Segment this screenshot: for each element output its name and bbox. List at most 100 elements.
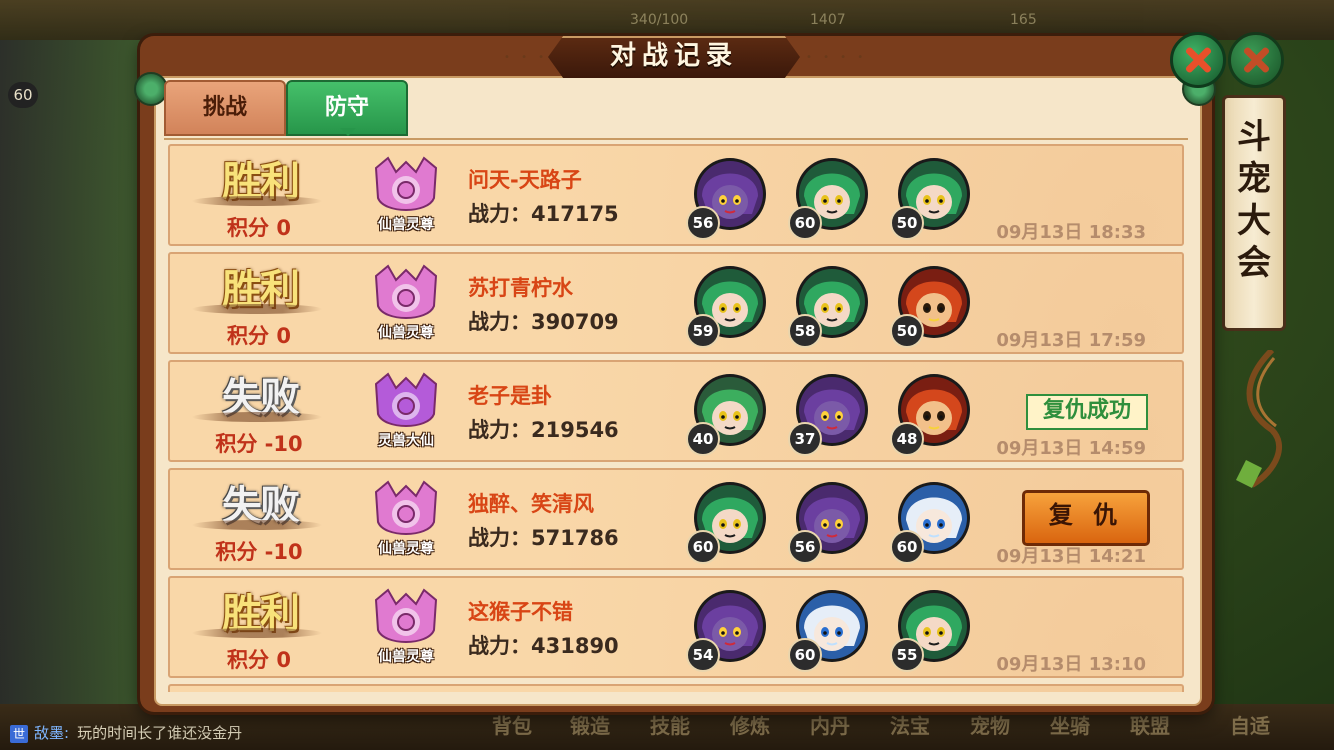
rank-emblem-icon bbox=[368, 370, 444, 436]
rank-title: 灵兽大仙 bbox=[378, 433, 434, 449]
battle-record-row: 失败 积分 -10 仙兽灵尊 独醉、笑清风 战力：571786 60 56 60… bbox=[168, 468, 1184, 570]
bottom-menu-4[interactable]: 内丹 bbox=[810, 710, 850, 739]
rank-emblem-icon bbox=[368, 154, 444, 220]
pet-level-badge: 54 bbox=[686, 638, 720, 672]
dialog-title: 对战记录 bbox=[609, 41, 738, 71]
pet-avatar-purple-beast[interactable]: 56 bbox=[788, 480, 870, 564]
chat-sender: 敌墨: bbox=[34, 724, 70, 742]
world-channel-icon: 世 bbox=[10, 725, 28, 743]
pet-avatar-red-monkey[interactable]: 48 bbox=[890, 372, 972, 456]
chat-line[interactable]: 世敌墨: 玩的时间长了谁还没金丹 bbox=[10, 722, 242, 743]
pet-level-badge: 55 bbox=[890, 638, 924, 672]
rank-emblem-icon bbox=[368, 478, 444, 544]
pet-avatar-green-dragon[interactable]: 40 bbox=[686, 372, 768, 456]
tab-defend[interactable]: 防守 bbox=[286, 80, 408, 136]
opponent-name[interactable]: 苏打青柠水 bbox=[468, 272, 573, 302]
battle-record-row-partial bbox=[168, 684, 1184, 692]
corner-knot-icon bbox=[134, 72, 168, 106]
pet-level-badge: 60 bbox=[686, 530, 720, 564]
revenge-success-label: 复仇成功 bbox=[1026, 394, 1148, 430]
rank-title: 仙兽灵尊 bbox=[378, 649, 434, 665]
rank-title: 仙兽灵尊 bbox=[378, 541, 434, 557]
opponent-power: 战力：571786 bbox=[468, 526, 619, 550]
pet-avatar-green-snake[interactable]: 60 bbox=[686, 480, 768, 564]
bottom-menu-1[interactable]: 锻造 bbox=[570, 710, 610, 739]
player-level-badge: 60 bbox=[8, 82, 38, 108]
pet-level-badge: 50 bbox=[890, 314, 924, 348]
pet-level-badge: 50 bbox=[890, 206, 924, 240]
battle-timestamp: 09月13日 18:33 bbox=[996, 222, 1146, 243]
opponent-name[interactable]: 问天-天路子 bbox=[468, 164, 582, 194]
pet-avatar-purple-beast[interactable]: 56 bbox=[686, 156, 768, 240]
pet-level-badge: 60 bbox=[788, 638, 822, 672]
pet-level-badge: 60 bbox=[890, 530, 924, 564]
pet-avatar-purple-beast[interactable]: 37 bbox=[788, 372, 870, 456]
pet-tournament-banner[interactable]: 斗宠大会 bbox=[1222, 95, 1286, 331]
top-status-bar: 340/100 1407 165 bbox=[0, 0, 1334, 40]
pet-avatar-red-monkey[interactable]: 50 bbox=[890, 264, 972, 348]
score-change: 积分 0 bbox=[227, 648, 291, 672]
close-button[interactable] bbox=[1170, 32, 1226, 88]
bottom-menu-8[interactable]: 联盟 bbox=[1130, 710, 1170, 739]
battle-timestamp: 09月13日 13:10 bbox=[996, 654, 1146, 675]
gem-stat: 165 bbox=[1010, 12, 1037, 28]
bottom-menu-5[interactable]: 法宝 bbox=[890, 710, 930, 739]
background-close-button[interactable] bbox=[1228, 32, 1284, 88]
pet-level-badge: 59 bbox=[686, 314, 720, 348]
bottom-menu-7[interactable]: 坐骑 bbox=[1050, 710, 1090, 739]
score-change: 积分 0 bbox=[227, 216, 291, 240]
battle-record-row: 胜利 积分 0 仙兽灵尊 苏打青柠水 战力：390709 59 58 50 09… bbox=[168, 252, 1184, 354]
pet-avatar-white-spirit[interactable]: 60 bbox=[788, 588, 870, 672]
pet-avatar-purple-beast[interactable]: 54 bbox=[686, 588, 768, 672]
stamina-stat: 340/100 bbox=[630, 12, 689, 28]
pet-avatar-green-snake[interactable]: 58 bbox=[788, 264, 870, 348]
left-side-panel bbox=[0, 40, 150, 720]
result-brush-stroke bbox=[192, 412, 322, 422]
chat-message: 玩的时间长了谁还没金丹 bbox=[77, 724, 243, 742]
opponent-power: 战力：390709 bbox=[468, 310, 619, 334]
battle-record-row: 胜利 积分 0 仙兽灵尊 这猴子不错 战力：431890 54 60 55 09… bbox=[168, 576, 1184, 678]
pet-level-badge: 60 bbox=[788, 206, 822, 240]
rank-emblem-icon bbox=[368, 586, 444, 652]
side-banner-text: 斗宠大会 bbox=[1237, 117, 1271, 283]
bottom-menu-6[interactable]: 宠物 bbox=[970, 710, 1010, 739]
pet-avatar-green-snake[interactable]: 50 bbox=[890, 156, 972, 240]
battle-timestamp: 09月13日 17:59 bbox=[996, 330, 1146, 351]
opponent-power: 战力：219546 bbox=[468, 418, 619, 442]
result-brush-stroke bbox=[192, 196, 322, 206]
battle-record-row: 失败 积分 -10 灵兽大仙 老子是卦 战力：219546 40 37 48 0… bbox=[168, 360, 1184, 462]
battle-record-list[interactable]: 胜利 积分 0 仙兽灵尊 问天-天路子 战力：417175 56 60 50 0… bbox=[164, 138, 1188, 692]
rank-emblem-icon bbox=[368, 262, 444, 328]
bottom-menu-3[interactable]: 修炼 bbox=[730, 710, 770, 739]
bottom-menu-0[interactable]: 背包 bbox=[492, 710, 532, 739]
pet-level-badge: 37 bbox=[788, 422, 822, 456]
opponent-name[interactable]: 老子是卦 bbox=[468, 380, 552, 410]
pet-level-badge: 48 bbox=[890, 422, 924, 456]
pet-avatar-green-snake[interactable]: 55 bbox=[890, 588, 972, 672]
pet-avatar-white-spirit[interactable]: 60 bbox=[890, 480, 972, 564]
revenge-button[interactable]: 复 仇 bbox=[1022, 490, 1150, 546]
pet-level-badge: 56 bbox=[686, 206, 720, 240]
rank-title: 仙兽灵尊 bbox=[378, 325, 434, 341]
tassel-ornament-icon bbox=[1236, 350, 1283, 488]
pet-level-badge: 56 bbox=[788, 530, 822, 564]
tab-challenge[interactable]: 挑战 bbox=[164, 80, 286, 136]
battle-record-row: 胜利 积分 0 仙兽灵尊 问天-天路子 战力：417175 56 60 50 0… bbox=[168, 144, 1184, 246]
opponent-name[interactable]: 独醉、笑清风 bbox=[468, 488, 594, 518]
currency-stat: 1407 bbox=[810, 12, 846, 28]
opponent-power: 战力：417175 bbox=[468, 202, 619, 226]
opponent-name[interactable]: 这猴子不错 bbox=[468, 596, 573, 626]
result-brush-stroke bbox=[192, 628, 322, 638]
title-ornament-right: • • • • bbox=[806, 52, 868, 63]
bottom-menu-9[interactable]: 自适 bbox=[1230, 710, 1270, 739]
opponent-power: 战力：431890 bbox=[468, 634, 619, 658]
score-change: 积分 -10 bbox=[215, 432, 303, 456]
score-change: 积分 0 bbox=[227, 324, 291, 348]
rank-title: 仙兽灵尊 bbox=[378, 217, 434, 233]
pet-avatar-green-snake[interactable]: 59 bbox=[686, 264, 768, 348]
result-brush-stroke bbox=[192, 520, 322, 530]
pet-avatar-green-snake[interactable]: 60 bbox=[788, 156, 870, 240]
score-change: 积分 -10 bbox=[215, 540, 303, 564]
result-brush-stroke bbox=[192, 304, 322, 314]
bottom-menu-2[interactable]: 技能 bbox=[650, 710, 690, 739]
